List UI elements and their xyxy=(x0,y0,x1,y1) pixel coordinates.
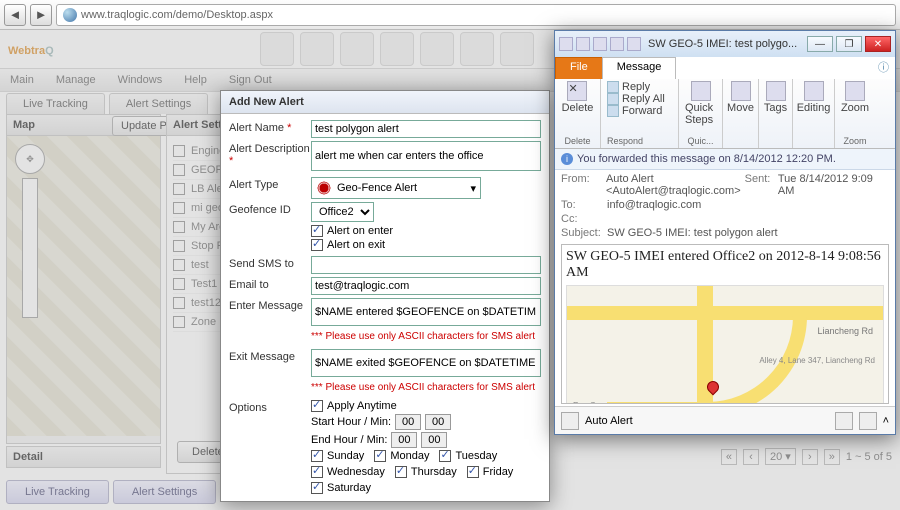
move-icon xyxy=(731,81,751,101)
forward-button[interactable]: ► xyxy=(30,4,52,26)
url-text: www.traqlogic.com/demo/Desktop.aspx xyxy=(81,9,273,21)
back-button[interactable]: ◄ xyxy=(4,4,26,26)
ascii-hint: *** Please use only ASCII characters for… xyxy=(311,331,541,342)
browser-toolbar: ◄ ► www.traqlogic.com/demo/Desktop.aspx xyxy=(0,0,900,30)
reply-all-icon xyxy=(607,93,619,105)
outlook-titlebar[interactable]: SW GEO-5 IMEI: test polygo... — ❐ ✕ xyxy=(555,31,895,57)
editing-icon xyxy=(804,81,824,101)
reply-all-button[interactable]: Reply All xyxy=(607,93,665,105)
chevron-up-icon[interactable]: ˄ xyxy=(883,415,889,427)
geofence-icon xyxy=(316,180,332,196)
label-alert-desc: Alert Description xyxy=(229,143,310,155)
page-content: WebtraQ Main Manage Windows Help Sign Ou… xyxy=(0,30,900,510)
next-icon[interactable] xyxy=(627,37,641,51)
message-headers: From:Auto Alert <AutoAlert@traqlogic.com… xyxy=(555,170,895,242)
geofence-id-select[interactable]: Office2 xyxy=(311,202,374,222)
save-icon[interactable] xyxy=(559,37,573,51)
ribbon: ✕Delete Delete Reply Reply All Forward R… xyxy=(555,79,895,149)
add-alert-modal: Add New Alert Alert Name * Alert Descrip… xyxy=(220,90,550,502)
day-tuesday-checkbox[interactable] xyxy=(439,450,451,462)
ascii-hint: *** Please use only ASCII characters for… xyxy=(311,382,541,393)
zoom-button[interactable]: Zoom xyxy=(841,81,869,114)
reply-icon xyxy=(607,81,619,93)
day-saturday-checkbox[interactable] xyxy=(311,482,323,494)
info-bar: iYou forwarded this message on 8/14/2012… xyxy=(555,149,895,170)
label-geofence-id: Geofence ID xyxy=(229,202,311,216)
forward-icon xyxy=(607,105,619,117)
delete-icon: ✕ xyxy=(567,81,587,101)
zoom-icon xyxy=(845,81,865,101)
undo-icon[interactable] xyxy=(576,37,590,51)
modal-title: Add New Alert xyxy=(221,91,549,114)
outlook-tabs: File Message ⓘ xyxy=(555,57,895,79)
delete-button[interactable]: ✕Delete xyxy=(562,81,594,114)
day-wednesday-checkbox[interactable] xyxy=(311,466,323,478)
window-title: SW GEO-5 IMEI: test polygo... xyxy=(648,38,797,50)
avatar-icon xyxy=(561,412,579,430)
forward-button[interactable]: Forward xyxy=(607,105,665,117)
apply-anytime-checkbox[interactable] xyxy=(311,400,323,412)
tab-file[interactable]: File xyxy=(555,57,603,79)
day-monday-checkbox[interactable] xyxy=(374,450,386,462)
sms-input[interactable] xyxy=(311,256,541,274)
exit-message-input[interactable] xyxy=(311,349,541,377)
alert-on-enter-checkbox[interactable] xyxy=(311,225,323,237)
quick-steps-icon xyxy=(691,81,711,101)
alert-name-input[interactable] xyxy=(311,120,541,138)
info-icon: i xyxy=(561,153,573,165)
prev-icon[interactable] xyxy=(610,37,624,51)
label-sms: Send SMS to xyxy=(229,256,311,270)
end-min-select[interactable]: 00 xyxy=(421,432,447,448)
minimize-button[interactable]: — xyxy=(807,36,833,52)
address-bar[interactable]: www.traqlogic.com/demo/Desktop.aspx xyxy=(56,4,896,26)
redo-icon[interactable] xyxy=(593,37,607,51)
quick-steps-button[interactable]: Quick Steps xyxy=(685,81,716,126)
body-title: SW GEO-5 IMEI entered Office2 on 2012-8-… xyxy=(566,249,884,281)
day-thursday-checkbox[interactable] xyxy=(395,466,407,478)
enter-message-input[interactable] xyxy=(311,298,541,326)
label-enter-msg: Enter Message xyxy=(229,298,311,312)
people-pane: Auto Alert ˄ xyxy=(555,406,895,434)
editing-button[interactable]: Editing xyxy=(797,81,831,114)
label-exit-msg: Exit Message xyxy=(229,349,311,363)
day-sunday-checkbox[interactable] xyxy=(311,450,323,462)
tags-icon xyxy=(766,81,786,101)
email-map: Liancheng Rd Alley 4, Lane 347, Lianchen… xyxy=(566,285,884,404)
move-button[interactable]: Move xyxy=(727,81,754,114)
label-alert-type: Alert Type xyxy=(229,177,311,191)
alert-on-exit-checkbox[interactable] xyxy=(311,239,323,251)
message-body: SW GEO-5 IMEI entered Office2 on 2012-8-… xyxy=(561,244,889,404)
end-hour-select[interactable]: 00 xyxy=(391,432,417,448)
help-icon[interactable]: ⓘ xyxy=(878,59,889,75)
people-pane-btn[interactable] xyxy=(835,412,853,430)
label-options: Options xyxy=(229,400,311,414)
alert-desc-input[interactable] xyxy=(311,141,541,171)
tags-button[interactable]: Tags xyxy=(764,81,787,114)
email-input[interactable] xyxy=(311,277,541,295)
tab-message[interactable]: Message xyxy=(602,57,677,79)
chevron-down-icon: ▾ xyxy=(470,182,476,195)
globe-icon xyxy=(63,8,77,22)
label-alert-name: Alert Name xyxy=(229,122,284,134)
start-min-select[interactable]: 00 xyxy=(425,414,451,430)
close-button[interactable]: ✕ xyxy=(865,36,891,52)
outlook-window: SW GEO-5 IMEI: test polygo... — ❐ ✕ File… xyxy=(554,30,896,435)
sender-name: Auto Alert xyxy=(585,415,633,427)
reply-button[interactable]: Reply xyxy=(607,81,665,93)
maximize-button[interactable]: ❐ xyxy=(836,36,862,52)
start-hour-select[interactable]: 00 xyxy=(395,414,421,430)
people-pane-btn[interactable] xyxy=(859,412,877,430)
alert-type-select[interactable]: Geo-Fence Alert▾ xyxy=(311,177,481,199)
label-email: Email to xyxy=(229,277,311,291)
day-friday-checkbox[interactable] xyxy=(467,466,479,478)
